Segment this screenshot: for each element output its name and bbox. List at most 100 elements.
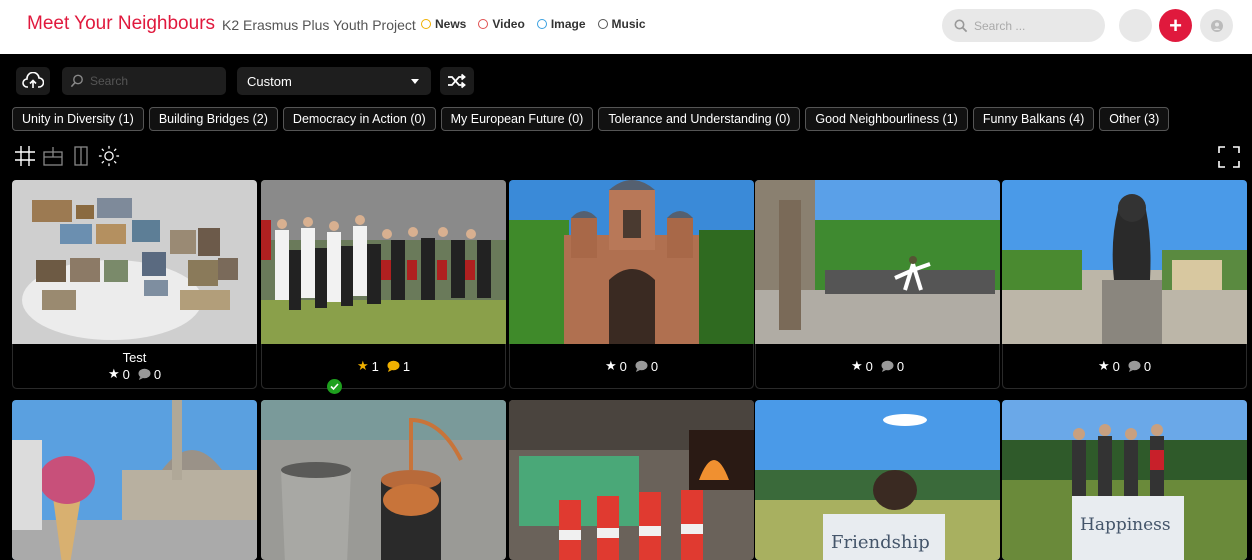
media-card[interactable] [12, 400, 257, 560]
media-thumbnail[interactable] [755, 180, 1000, 344]
radio-icon [421, 19, 431, 29]
media-thumbnail[interactable] [12, 400, 257, 560]
user-menu-button[interactable] [1200, 9, 1233, 42]
media-thumbnail[interactable] [261, 180, 506, 344]
filter-video[interactable]: Video [478, 17, 525, 31]
bottles-fire-image [509, 400, 754, 560]
chip-my-european-future[interactable]: My European Future (0) [440, 107, 594, 131]
category-chips: Unity in Diversity (1) Building Bridges … [12, 107, 1170, 131]
ice-cream-mosque-image [12, 400, 257, 560]
gallery-search-input[interactable] [90, 74, 220, 88]
media-stats: ★ 0 0 [1098, 358, 1151, 374]
site-title[interactable]: Meet Your Neighbours [27, 13, 215, 35]
sun-icon [98, 145, 120, 167]
comment-icon [138, 368, 151, 380]
site-subtitle: K2 Erasmus Plus Youth Project [222, 17, 416, 33]
brightness-button[interactable] [98, 144, 120, 168]
sign-text: Happiness [1080, 515, 1171, 535]
media-card[interactable]: ★ 0 0 [755, 180, 1000, 389]
chip-good-neighbourliness[interactable]: Good Neighbourliness (1) [805, 107, 968, 131]
media-type-filters: News Video Image Music [421, 17, 646, 31]
header-search-input[interactable] [974, 18, 1084, 33]
star-count[interactable]: ★ 0 [1098, 358, 1120, 374]
media-card[interactable] [261, 400, 506, 560]
add-button[interactable]: + [1159, 9, 1192, 42]
filter-label: News [435, 17, 467, 31]
media-card[interactable] [509, 400, 754, 560]
comment-icon [387, 360, 400, 372]
check-icon [330, 383, 339, 391]
grid-icon [15, 146, 35, 166]
top-header: Meet Your Neighbours K2 Erasmus Plus You… [0, 0, 1252, 54]
plus-icon: + [1169, 12, 1182, 38]
cloud-upload-icon [22, 72, 44, 88]
media-card[interactable]: Happiness [1002, 400, 1247, 560]
star-count[interactable]: ★ 0 [605, 358, 627, 374]
media-thumbnail[interactable] [509, 180, 754, 344]
filter-news[interactable]: News [421, 17, 466, 31]
sort-select[interactable]: Custom [237, 67, 431, 95]
comment-count[interactable]: 0 [881, 359, 904, 374]
column-icon [74, 146, 88, 166]
filter-label: Image [550, 17, 586, 31]
media-card[interactable]: ★ 0 0 [1002, 180, 1247, 389]
media-card[interactable]: Friendship [755, 400, 1000, 560]
comment-count[interactable]: 0 [635, 359, 658, 374]
comment-count[interactable]: 1 [387, 359, 410, 374]
grid-view-button[interactable] [14, 144, 36, 168]
media-thumbnail[interactable]: Happiness [1002, 400, 1247, 560]
media-thumbnail[interactable]: Friendship [755, 400, 1000, 560]
shuffle-icon [448, 73, 466, 89]
masonry-view-button[interactable] [42, 144, 64, 168]
gallery-toolbar: Custom [0, 54, 1252, 106]
star-count[interactable]: ★ 0 [851, 358, 873, 374]
single-view-button[interactable] [70, 144, 92, 168]
star-count[interactable]: ★ 1 [357, 358, 379, 374]
media-card[interactable]: ★ 0 0 [509, 180, 754, 389]
star-count[interactable]: ★ 0 [108, 366, 130, 382]
comment-count[interactable]: 0 [1128, 359, 1151, 374]
comment-count-value: 0 [153, 366, 162, 382]
star-count-value: 0 [865, 358, 873, 374]
comment-count-value: 0 [896, 358, 905, 374]
media-card[interactable]: ★ 1 1 [261, 180, 506, 389]
chip-democracy-in-action[interactable]: Democracy in Action (0) [282, 107, 436, 131]
search-icon [70, 74, 83, 88]
star-icon: ★ [850, 358, 863, 373]
radio-icon [597, 19, 608, 29]
star-icon: ★ [604, 358, 617, 373]
shuffle-button[interactable] [440, 67, 474, 95]
fullscreen-button[interactable] [1217, 145, 1241, 169]
comment-count-value: 0 [1143, 358, 1152, 374]
media-thumbnail[interactable] [261, 400, 506, 560]
chip-tolerance-and-understanding[interactable]: Tolerance and Understanding (0) [598, 107, 801, 131]
chip-unity-in-diversity[interactable]: Unity in Diversity (1) [12, 107, 144, 131]
search-icon [954, 19, 968, 32]
church-image [509, 180, 754, 344]
chip-other[interactable]: Other (3) [1099, 107, 1170, 131]
notification-button[interactable] [1119, 9, 1152, 42]
media-card[interactable]: Test ★ 0 0 [12, 180, 257, 389]
media-thumbnail[interactable] [509, 400, 754, 560]
comment-count-value: 0 [650, 358, 659, 374]
park-dancer-image [755, 180, 1000, 344]
media-card-footer: ★ 0 0 [755, 344, 1000, 389]
chevron-down-icon [411, 78, 419, 84]
star-count-value: 0 [619, 358, 627, 374]
star-count-value: 1 [371, 358, 379, 374]
media-thumbnail[interactable] [12, 180, 257, 344]
radio-icon [536, 19, 547, 29]
media-stats: ★ 0 0 [108, 366, 161, 382]
comment-icon [635, 360, 648, 372]
comment-count[interactable]: 0 [138, 367, 161, 382]
chip-funny-balkans[interactable]: Funny Balkans (4) [972, 107, 1095, 131]
star-count-value: 0 [122, 366, 130, 382]
media-thumbnail[interactable] [1002, 180, 1247, 344]
filter-music[interactable]: Music [597, 17, 646, 31]
header-search [942, 9, 1105, 42]
approved-badge [327, 379, 342, 394]
star-count-value: 0 [1112, 358, 1120, 374]
filter-image[interactable]: Image [536, 17, 586, 31]
chip-building-bridges[interactable]: Building Bridges (2) [148, 107, 278, 131]
upload-button[interactable] [16, 67, 50, 95]
